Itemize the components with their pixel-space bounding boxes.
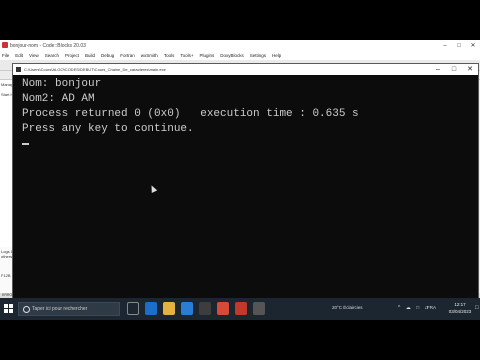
ide-maximize-icon[interactable]: □ (452, 40, 466, 52)
logs-text: F12B (1, 273, 11, 278)
menu-build[interactable]: Build (85, 52, 95, 60)
menu-wxsmith[interactable]: wxSmith (141, 52, 158, 60)
menu-fortran[interactable]: Fortran (120, 52, 135, 60)
chrome-icon[interactable] (217, 302, 229, 315)
menu-edit[interactable]: Edit (15, 52, 23, 60)
ide-menubar: File Edit View Search Project Build Debu… (0, 52, 480, 60)
console-line: Nom2: AD AM (22, 93, 95, 105)
console-title: C:\Users\Cours\ALGO\CODES\DEBUT\Cours_Ch… (24, 67, 166, 72)
console-maximize-icon[interactable]: □ (446, 64, 462, 75)
clock-time: 12:17 (454, 302, 466, 307)
menu-tools[interactable]: Tools (164, 52, 175, 60)
menu-plugins[interactable]: Plugins (199, 52, 214, 60)
taskbar-search-input[interactable]: Taper ici pour rechercher (18, 302, 120, 316)
codeblocks-taskbar-icon[interactable] (235, 302, 247, 315)
console-taskbar-icon[interactable] (253, 302, 265, 315)
clock[interactable]: 12:17 03/04/2023 (445, 301, 475, 315)
console-minimize-icon[interactable]: – (430, 64, 446, 75)
app-icon[interactable] (199, 302, 211, 315)
menu-tools-plus[interactable]: Tools+ (180, 52, 193, 60)
task-view-icon[interactable] (127, 302, 139, 315)
console-line: Process returned 0 (0x0) execution time … (22, 108, 359, 120)
taskbar: Taper ici pour rechercher 20°C Éclaircie… (0, 298, 480, 320)
text-cursor (22, 143, 29, 145)
ide-close-icon[interactable]: ✕ (466, 40, 480, 52)
edge-icon[interactable] (145, 302, 157, 315)
console-titlebar[interactable]: C:\Users\Cours\ALGO\CODES\DEBUT\Cours_Ch… (13, 64, 478, 75)
menu-doxyblocks[interactable]: DoxyBlocks (220, 52, 244, 60)
windows-start-icon[interactable] (4, 304, 14, 314)
mouse-pointer-icon (148, 184, 158, 193)
vscode-icon[interactable] (181, 302, 193, 315)
notification-icon[interactable]: □ (475, 305, 479, 311)
ide-minimize-icon[interactable]: – (438, 40, 452, 52)
menu-file[interactable]: File (2, 52, 9, 60)
console-app-icon (16, 67, 21, 72)
ide-titlebar: bonjour-nom - Code::Blocks 20.03 – □ ✕ (0, 40, 480, 52)
search-icon (23, 306, 30, 313)
codeblocks-icon (2, 42, 8, 48)
tray-icons[interactable]: ^ ☁ □ ♫ (398, 305, 430, 311)
menu-search[interactable]: Search (45, 52, 59, 60)
menu-settings[interactable]: Settings (250, 52, 266, 60)
menu-view[interactable]: View (29, 52, 39, 60)
file-explorer-icon[interactable] (163, 302, 175, 315)
search-placeholder: Taper ici pour rechercher (32, 306, 88, 312)
console-line: Press any key to continue. (22, 123, 194, 135)
ide-title: bonjour-nom - Code::Blocks 20.03 (10, 43, 86, 49)
menu-debug[interactable]: Debug (101, 52, 114, 60)
console-output: Nom: bonjour Nom2: AD AM Process returne… (22, 77, 462, 137)
language-indicator[interactable]: FRA (427, 305, 436, 310)
weather-widget[interactable]: 20°C Éclaircies (332, 305, 363, 310)
console-close-icon[interactable]: ✕ (462, 64, 478, 75)
menu-help[interactable]: Help (272, 52, 281, 60)
console-window[interactable]: C:\Users\Cours\ALGO\CODES\DEBUT\Cours_Ch… (12, 63, 479, 306)
taskbar-apps (127, 302, 265, 315)
clock-date: 03/04/2023 (448, 309, 472, 314)
desktop-screen: bonjour-nom - Code::Blocks 20.03 – □ ✕ F… (0, 40, 480, 320)
console-line: Nom: bonjour (22, 78, 102, 90)
menu-project[interactable]: Project (65, 52, 79, 60)
